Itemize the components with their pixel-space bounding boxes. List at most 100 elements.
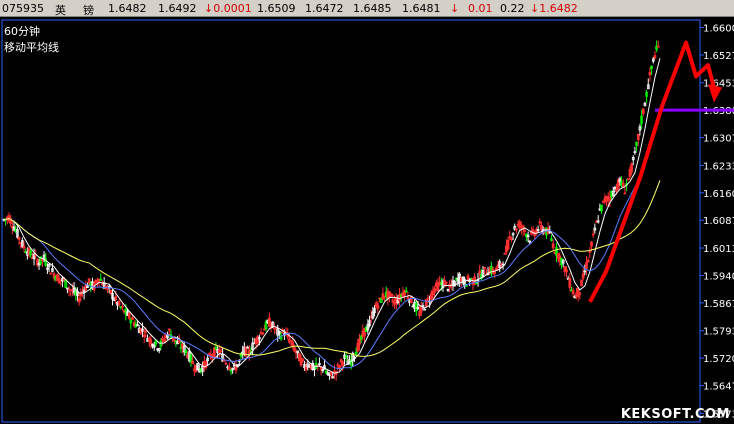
candle-body: [508, 236, 512, 239]
quote-v6: 0.22: [500, 2, 525, 15]
y-tick-label: 1.6600: [703, 24, 734, 35]
candle-body: [591, 233, 595, 236]
candle-body: [167, 328, 171, 331]
candle-body: [586, 259, 590, 263]
quote-v5: 0.01: [468, 2, 493, 15]
candle-body: [571, 290, 575, 295]
candle-body: [291, 341, 295, 347]
y-tick-label: 1.5940: [703, 271, 734, 282]
candle-body: [127, 312, 131, 319]
candle-body: [144, 330, 148, 333]
candle-body: [301, 358, 305, 362]
quote-v4: 1.6481: [402, 2, 441, 15]
candle-body: [246, 346, 250, 349]
quote-change: ↓0.0001: [204, 2, 252, 15]
candle-body: [79, 293, 83, 297]
quote-v1: 1.6509: [257, 2, 296, 15]
candle-body: [630, 163, 633, 173]
candle-body: [338, 365, 341, 369]
candle-body: [551, 243, 555, 249]
candle-body: [227, 366, 231, 370]
candle-body: [358, 338, 361, 345]
candle-body: [191, 360, 194, 364]
candle-body: [585, 262, 588, 269]
quote-high: 1.6492: [158, 2, 197, 15]
candle-body: [523, 230, 527, 232]
candle-body: [503, 252, 507, 255]
candle-body: [565, 269, 568, 273]
candle-body: [329, 372, 333, 376]
candle-body: [588, 250, 592, 253]
quote-last: ↓1.6482: [530, 2, 578, 15]
y-tick-label: 1.5867: [703, 299, 734, 310]
y-tick-label: 1.6013: [703, 244, 734, 255]
candle-body: [224, 362, 228, 365]
candle-body: [506, 239, 510, 250]
candle-body: [615, 188, 618, 191]
quote-arrow: ↓: [450, 2, 460, 15]
y-tick-label: 1.6527: [703, 51, 734, 62]
candle-body: [433, 288, 436, 293]
candle-body: [608, 196, 612, 201]
y-tick-label: 1.5647: [703, 382, 734, 393]
candle-body: [510, 238, 513, 241]
candle-body: [77, 298, 81, 303]
y-tick-label: 1.6233: [703, 161, 734, 172]
candle-body: [538, 221, 542, 224]
candle-body: [656, 45, 660, 48]
candle-body: [653, 55, 657, 59]
candle-body: [641, 108, 645, 115]
candle-body: [114, 296, 118, 300]
candle-body: [304, 366, 308, 370]
candle-body: [263, 328, 266, 331]
quote-bar: 075935 英 镑 1.6482 1.6492 ↓0.0001 1.6509 …: [0, 0, 734, 17]
candle-body: [590, 241, 593, 247]
candle-body: [576, 288, 580, 297]
candle-body: [424, 299, 428, 307]
quote-name-2: 镑: [83, 4, 94, 17]
candle-body: [581, 273, 585, 279]
price-chart[interactable]: 1.66001.65271.64531.63801.63071.62331.61…: [0, 18, 734, 424]
chart-svg[interactable]: 1.66001.65271.64531.63801.63071.62331.61…: [0, 18, 734, 424]
candle-body: [478, 270, 482, 274]
candle-body: [17, 237, 21, 240]
candle-body: [515, 228, 518, 231]
candle-body: [540, 224, 543, 231]
y-tick-label: 1.5793: [703, 327, 734, 338]
candle-body: [376, 304, 380, 310]
candle-body: [483, 266, 487, 269]
candle-body: [341, 361, 345, 366]
candle-body: [131, 317, 134, 320]
y-tick-label: 1.6307: [703, 134, 734, 145]
candle-body: [568, 278, 572, 288]
period-label: 60分钟: [4, 25, 40, 38]
candle-body: [121, 305, 124, 308]
candle-body: [580, 279, 583, 287]
y-tick-label: 1.5720: [703, 354, 734, 365]
candle-body: [142, 334, 146, 337]
candle-body: [648, 72, 652, 76]
candle-body: [493, 271, 497, 275]
candle-body: [578, 292, 582, 295]
quote-code: 075935: [2, 2, 44, 15]
watermark: KEKSOFT.COM: [620, 407, 730, 422]
ma-mid-line: [3, 115, 661, 370]
quote-name-1: 英: [55, 4, 66, 17]
candle-body: [623, 192, 627, 195]
candle-body: [149, 339, 153, 345]
candle-body: [621, 182, 625, 188]
candle-body: [212, 347, 216, 358]
candle-body: [274, 327, 278, 330]
candle-body: [636, 134, 640, 141]
quote-open: 1.6482: [108, 2, 147, 15]
candle-body: [117, 300, 121, 305]
candle-body: [389, 293, 393, 296]
candle-body: [336, 364, 340, 367]
annotation-trend-arrow: [588, 40, 718, 303]
candle-body: [406, 297, 410, 300]
quote-v2: 1.6472: [305, 2, 344, 15]
candle-body: [87, 278, 91, 284]
ma-short-line: [3, 58, 661, 374]
candle-body: [261, 332, 265, 335]
candle-body: [49, 272, 53, 275]
